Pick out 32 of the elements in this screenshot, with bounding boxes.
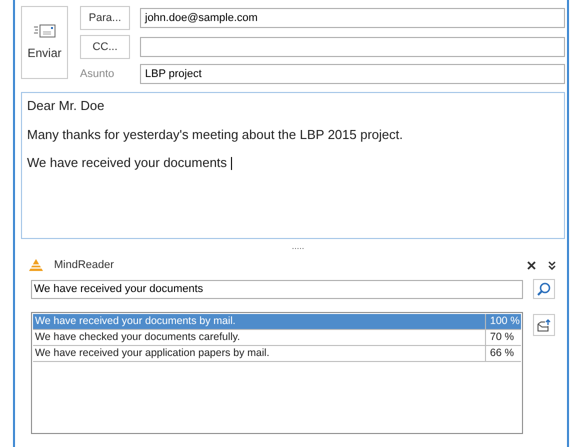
cc-button[interactable]: CC... xyxy=(80,35,130,59)
to-field[interactable]: john.doe@sample.com xyxy=(140,8,565,28)
cc-field[interactable] xyxy=(140,37,565,57)
close-icon[interactable] xyxy=(527,260,536,270)
insert-button[interactable] xyxy=(533,314,555,336)
to-button[interactable]: Para... xyxy=(80,6,130,30)
search-icon xyxy=(537,282,551,296)
result-row[interactable]: We have received your application papers by mail. 66 % xyxy=(33,346,521,362)
send-button[interactable]: Enviar xyxy=(21,6,68,79)
result-row[interactable]: We have received your documents by mail. 100 % xyxy=(33,314,521,330)
subject-label: Asunto xyxy=(80,66,116,82)
body-line: Dear Mr. Doe xyxy=(27,97,106,115)
double-chevron-icon[interactable] xyxy=(548,260,556,270)
result-text: We have received your application papers by mail. xyxy=(34,346,270,361)
body-line: Many thanks for yesterday's meeting about the LBP 2015 project. xyxy=(27,126,404,144)
panel-title: MindReader xyxy=(54,258,115,273)
result-score: 100 % xyxy=(485,314,521,329)
text-cursor xyxy=(230,157,232,170)
envelope-icon xyxy=(34,24,56,38)
result-score: 70 % xyxy=(485,330,521,345)
search-field[interactable]: We have received your documents xyxy=(31,280,523,298)
result-row[interactable]: We have checked your documents carefully. 70 % xyxy=(33,330,521,346)
message-body[interactable]: Dear Mr. Doe Many thanks for yesterday's meeting about the LBP 2015 project. We have received your documents xyxy=(21,92,565,239)
result-text: We have checked your documents carefully. xyxy=(34,330,242,345)
result-score: 66 % xyxy=(485,346,521,361)
splitter-handle[interactable]: ..... xyxy=(292,239,304,253)
body-line: We have received your documents xyxy=(27,153,559,172)
export-icon xyxy=(537,318,551,332)
subject-field[interactable]: LBP project xyxy=(140,64,565,84)
result-text: We have received your documents by mail. xyxy=(34,314,237,329)
search-button[interactable] xyxy=(533,279,555,299)
logo-icon xyxy=(29,259,43,271)
